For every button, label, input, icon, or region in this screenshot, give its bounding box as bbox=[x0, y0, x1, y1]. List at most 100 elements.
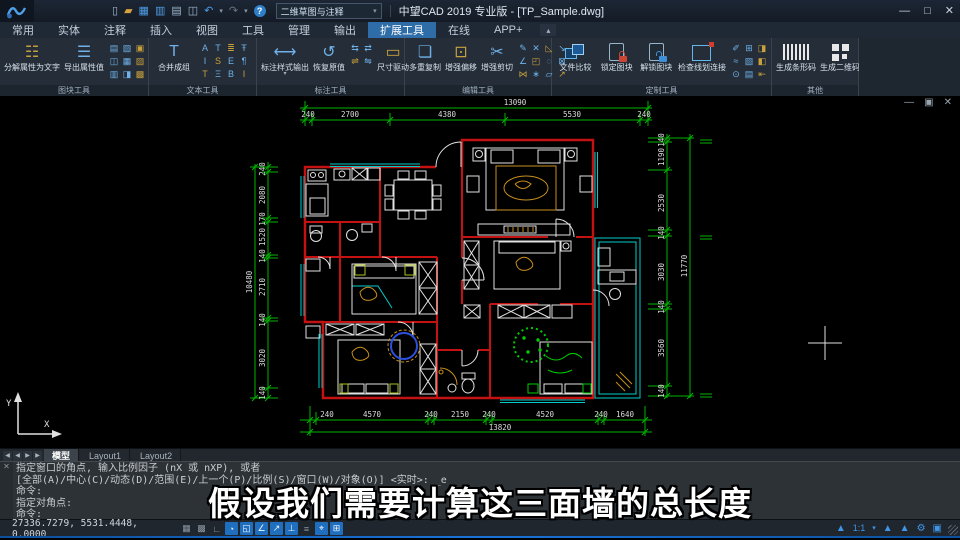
settings-gear-icon[interactable]: ⚙ bbox=[917, 524, 926, 534]
first-tab-button[interactable]: ◀ bbox=[3, 451, 12, 461]
text-tool-icon[interactable]: I bbox=[199, 55, 211, 67]
edit-tool-icon[interactable]: ⋈ bbox=[517, 68, 529, 80]
next-tab-button[interactable]: ▶ bbox=[23, 451, 32, 461]
generate-qrcode-button[interactable]: 生成二维码 bbox=[818, 40, 862, 86]
custom-tool-icon[interactable]: ✐ bbox=[730, 42, 742, 54]
maximize-button[interactable]: □ bbox=[924, 6, 931, 17]
edit-tool-icon[interactable]: ∠ bbox=[517, 55, 529, 67]
check-line-connect-button[interactable]: 检查线划连接 bbox=[676, 40, 728, 86]
tab-manage[interactable]: 管理 bbox=[276, 22, 322, 38]
block-tool-icon[interactable]: ▩ bbox=[134, 68, 146, 80]
block-tool-icon[interactable]: ▤ bbox=[108, 42, 120, 54]
edit-tool-icon[interactable]: ✎ bbox=[517, 42, 529, 54]
chevron-down-icon[interactable]: ▾ bbox=[872, 525, 876, 532]
tab-output[interactable]: 输出 bbox=[322, 22, 368, 38]
dim-tool-icon[interactable]: ⇄ bbox=[362, 42, 374, 54]
tab-express-tools[interactable]: 扩展工具 bbox=[368, 22, 436, 38]
drawing-canvas[interactable]: — ▣ ✕ bbox=[0, 96, 960, 448]
auto-annotate-icon[interactable]: ▲ bbox=[900, 524, 910, 534]
text-tool-icon[interactable]: ¶ bbox=[238, 55, 250, 67]
custom-tool-icon[interactable]: ≈ bbox=[730, 55, 742, 67]
merge-group-button[interactable]: T 合并成组 bbox=[151, 40, 197, 86]
minimize-button[interactable]: — bbox=[899, 6, 910, 17]
enhanced-offset-button[interactable]: ⊡ 增强偏移 bbox=[443, 40, 479, 86]
tab-solid[interactable]: 实体 bbox=[46, 22, 92, 38]
export-attributes-button[interactable]: ☰ 导出属性值 bbox=[62, 40, 106, 86]
file-compare-button[interactable]: 文件比较 bbox=[554, 40, 597, 86]
custom-tool-icon[interactable]: ▧ bbox=[743, 55, 755, 67]
block-tool-icon[interactable]: ▨ bbox=[134, 55, 146, 67]
block-tool-icon[interactable]: ▧ bbox=[121, 42, 133, 54]
tab-tools[interactable]: 工具 bbox=[230, 22, 276, 38]
close-button[interactable]: ✕ bbox=[945, 6, 954, 17]
dim-tool-icon[interactable]: ⇋ bbox=[362, 55, 374, 67]
dim-tool-icon[interactable]: ⇌ bbox=[349, 55, 361, 67]
new-file-icon[interactable]: ▯ bbox=[112, 6, 118, 17]
block-tool-icon[interactable]: ▦ bbox=[121, 55, 133, 67]
dimension-label: 140 bbox=[657, 300, 666, 314]
text-tool-icon[interactable]: Ξ bbox=[212, 68, 224, 80]
open-folder-icon[interactable]: ▰ bbox=[124, 6, 132, 17]
annotation-scale-icon[interactable]: ▲ bbox=[836, 524, 846, 534]
save-icon[interactable]: ▦ bbox=[139, 6, 149, 17]
block-tool-icon[interactable]: ◫ bbox=[108, 55, 120, 67]
unlock-block-button[interactable]: 解锁图块 bbox=[636, 40, 676, 86]
tab-home[interactable]: 常用 bbox=[0, 22, 46, 38]
lock-block-button[interactable]: 锁定图块 bbox=[597, 40, 637, 86]
help-icon[interactable]: ? bbox=[254, 5, 266, 17]
custom-tool-icon[interactable]: ⊞ bbox=[743, 42, 755, 54]
clean-screen-icon[interactable]: ▣ bbox=[933, 524, 942, 534]
dim-tool-icon[interactable]: ⇆ bbox=[349, 42, 361, 54]
edit-tool-icon[interactable]: ✕ bbox=[530, 42, 542, 54]
doc-close-button[interactable]: ✕ bbox=[944, 98, 952, 108]
text-tool-icon[interactable]: ≣ bbox=[225, 42, 237, 54]
workspace-selector[interactable]: 二维草图与注释 ▾ bbox=[276, 3, 382, 19]
block-tool-icon[interactable]: ◨ bbox=[121, 68, 133, 80]
text-tool-icon[interactable]: I bbox=[238, 68, 250, 80]
generate-barcode-button[interactable]: 生成条形码 bbox=[774, 40, 818, 86]
restore-value-button[interactable]: ↺ 恢复原值 bbox=[311, 40, 347, 86]
doc-restore-button[interactable]: ▣ bbox=[924, 98, 933, 108]
redo-menu-icon[interactable]: ▾ bbox=[244, 8, 248, 15]
undo-menu-icon[interactable]: ▾ bbox=[219, 8, 223, 15]
text-tool-icon[interactable]: T bbox=[212, 42, 224, 54]
text-tool-icon[interactable]: T bbox=[199, 68, 211, 80]
tab-insert[interactable]: 插入 bbox=[138, 22, 184, 38]
block-tool-icon[interactable]: ▣ bbox=[134, 42, 146, 54]
prev-tab-button[interactable]: ◀ bbox=[13, 451, 22, 461]
custom-tool-icon[interactable]: ⇤ bbox=[756, 68, 768, 80]
edit-tool-icon[interactable]: ∗ bbox=[530, 68, 542, 80]
redo-icon[interactable]: ↷ bbox=[229, 6, 238, 17]
text-tool-icon[interactable]: E bbox=[225, 55, 237, 67]
resize-grip[interactable] bbox=[948, 525, 958, 535]
doc-minimize-button[interactable]: — bbox=[904, 98, 914, 108]
save-as-icon[interactable]: ▥ bbox=[155, 6, 165, 17]
block-tool-icon[interactable]: ▥ bbox=[108, 68, 120, 80]
text-tool-icon[interactable]: Ŧ bbox=[238, 42, 250, 54]
zwcad-logo[interactable] bbox=[0, 0, 34, 22]
tab-online[interactable]: 在线 bbox=[436, 22, 482, 38]
enhanced-trim-button[interactable]: ✂ 增强剪切 bbox=[479, 40, 515, 86]
preview-icon[interactable]: ◫ bbox=[188, 6, 198, 17]
annotation-visibility-icon[interactable]: ▲ bbox=[883, 524, 893, 534]
multi-copy-button[interactable]: ❏ 多重复制 bbox=[407, 40, 443, 86]
custom-tool-icon[interactable]: ◨ bbox=[756, 42, 768, 54]
tab-annotate[interactable]: 注释 bbox=[92, 22, 138, 38]
annotation-scale-value[interactable]: 1:1 bbox=[853, 524, 866, 533]
custom-tool-icon[interactable]: ◧ bbox=[756, 55, 768, 67]
edit-tool-icon[interactable]: ◰ bbox=[530, 55, 542, 67]
print-icon[interactable]: ▤ bbox=[171, 6, 181, 17]
text-tool-icon[interactable]: A bbox=[199, 42, 211, 54]
undo-icon[interactable]: ↶ bbox=[204, 6, 213, 17]
ribbon-collapse-button[interactable]: ▴ bbox=[540, 24, 556, 36]
custom-tool-icon[interactable]: ⊙ bbox=[730, 68, 742, 80]
command-close-icon[interactable]: ✕ bbox=[3, 462, 10, 471]
tab-app-plus[interactable]: APP+ bbox=[482, 22, 534, 38]
last-tab-button[interactable]: ▶ bbox=[33, 451, 42, 461]
explode-attributes-button[interactable]: ☷ 分解属性为文字 bbox=[2, 40, 62, 86]
text-tool-icon[interactable]: S bbox=[212, 55, 224, 67]
custom-tool-icon[interactable]: ▤ bbox=[743, 68, 755, 80]
text-tool-icon[interactable]: B bbox=[225, 68, 237, 80]
tab-view[interactable]: 视图 bbox=[184, 22, 230, 38]
dim-style-export-button[interactable]: ⟷ 标注样式输出 ▾ bbox=[259, 40, 311, 86]
